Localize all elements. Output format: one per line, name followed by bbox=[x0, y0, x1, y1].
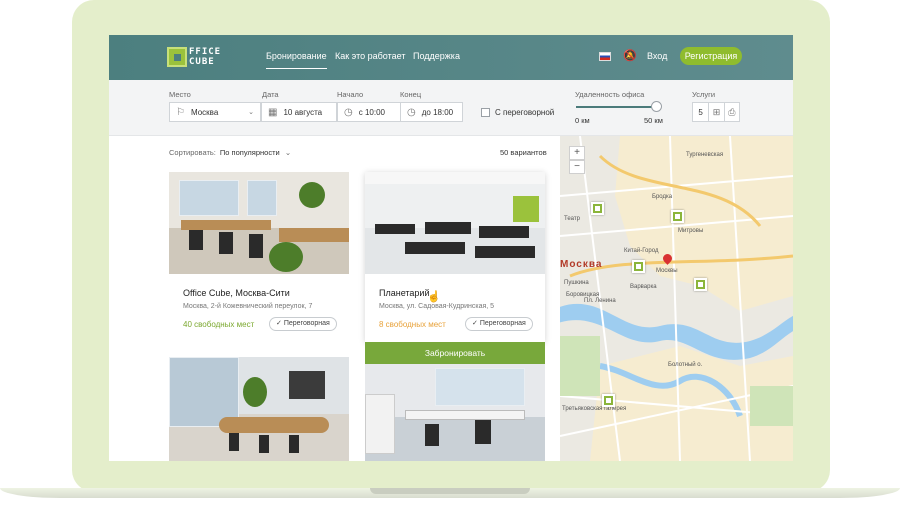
services-selector[interactable]: 5 ⊞ ⎙ bbox=[692, 102, 740, 122]
logo-line-1: FFICE bbox=[189, 47, 222, 57]
book-button[interactable]: Забронировать bbox=[365, 342, 545, 364]
filter-bar: Место ⚐ Москва ⌄ Дата ▦ 10 августа Начал… bbox=[109, 80, 793, 136]
check-icon: ✓ bbox=[276, 320, 282, 327]
map-label: Пушкина bbox=[564, 280, 589, 286]
start-value: с 10:00 bbox=[358, 107, 385, 117]
browser-screen: FFICE CUBE Бронирование Как это работает… bbox=[109, 35, 793, 461]
start-time-field[interactable]: ◷ с 10:00 bbox=[337, 102, 401, 122]
meeting-room-badge: ✓ Переговорная bbox=[269, 317, 337, 331]
office-card[interactable]: Планетарий Москва, ул. Садовая-Кудринска… bbox=[365, 172, 545, 364]
map-label: Бродка bbox=[652, 194, 673, 200]
office-photo bbox=[169, 357, 349, 461]
office-photo bbox=[365, 364, 545, 461]
date-label: Дата bbox=[262, 90, 279, 99]
free-seats: 40 свободных мест bbox=[183, 320, 255, 329]
map-label: Третьяковская галерея bbox=[562, 406, 627, 412]
office-map-marker[interactable] bbox=[591, 202, 604, 215]
distance-max: 50 км bbox=[644, 116, 663, 125]
cube-icon bbox=[167, 47, 187, 67]
results-count: 50 вариантов bbox=[500, 148, 547, 157]
office-map-marker[interactable] bbox=[694, 278, 707, 291]
place-value: Москва bbox=[190, 107, 219, 117]
office-card[interactable]: Office Cube, Москва-Сити Москва, 2-й Кож… bbox=[169, 172, 349, 342]
office-address: Москва, 2-й Кожевнический переулок, 7 bbox=[183, 303, 313, 310]
nav-booking[interactable]: Бронирование bbox=[266, 51, 327, 69]
chevron-down-icon: ⌄ bbox=[284, 148, 292, 157]
distance-min: 0 км bbox=[575, 116, 590, 125]
clock-icon: ◷ bbox=[407, 106, 416, 118]
flag-icon: ⚐ bbox=[176, 106, 185, 118]
check-icon: ✓ bbox=[472, 320, 478, 327]
zoom-in-button[interactable]: + bbox=[569, 146, 585, 160]
map-label: Тургеневская bbox=[686, 152, 724, 158]
meeting-room-badge: ✓ Переговорная bbox=[465, 317, 533, 331]
register-button[interactable]: Регистрация bbox=[680, 47, 742, 65]
calendar-icon: ▦ bbox=[268, 106, 278, 118]
office-title[interactable]: Office Cube, Москва-Сити bbox=[183, 288, 335, 298]
map-label: Варварка bbox=[630, 284, 657, 290]
map-label: Москвы bbox=[656, 268, 678, 274]
map-label: Митровы bbox=[678, 228, 704, 234]
end-value: до 18:00 bbox=[421, 107, 454, 117]
meeting-room-checkbox[interactable] bbox=[481, 108, 490, 117]
place-select[interactable]: ⚐ Москва ⌄ bbox=[169, 102, 261, 122]
map-label: Театр bbox=[564, 216, 580, 222]
notifications-off-icon[interactable]: 🔕 bbox=[623, 49, 637, 63]
language-flag-icon[interactable] bbox=[599, 52, 611, 61]
desk-icon[interactable]: ⊞ bbox=[708, 102, 723, 122]
badge-label: Переговорная bbox=[479, 320, 526, 327]
date-field[interactable]: ▦ 10 августа bbox=[261, 102, 337, 122]
end-label: Конец bbox=[400, 90, 422, 99]
meeting-room-label: С переговорной bbox=[495, 108, 555, 117]
office-card[interactable] bbox=[365, 364, 545, 461]
sort-control[interactable]: Сортировать: По популярности ⌄ bbox=[169, 148, 291, 157]
map-panel[interactable]: + − Москва Тургеневская Театр Митровы Бр… bbox=[560, 136, 793, 461]
distance-slider-track[interactable] bbox=[576, 106, 656, 108]
nav-support[interactable]: Поддержка bbox=[413, 51, 460, 61]
services-label: Услуги bbox=[692, 90, 716, 99]
login-link[interactable]: Вход bbox=[647, 51, 667, 61]
services-count: 5 bbox=[698, 107, 703, 117]
sort-value: По популярности bbox=[219, 148, 280, 157]
map-city-label: Москва bbox=[560, 259, 603, 270]
logo-line-2: CUBE bbox=[189, 57, 215, 67]
office-title[interactable]: Планетарий bbox=[379, 288, 531, 298]
end-time-field[interactable]: ◷ до 18:00 bbox=[400, 102, 463, 122]
start-label: Начало bbox=[337, 90, 364, 99]
place-label: Место bbox=[169, 90, 191, 99]
map-label: Пл. Ленина bbox=[584, 298, 616, 304]
map-label: Китай-Город bbox=[624, 248, 659, 254]
office-card[interactable] bbox=[169, 357, 349, 461]
laptop-base bbox=[0, 488, 900, 510]
distance-slider-handle[interactable] bbox=[651, 101, 662, 112]
cursor-pointer-icon: ☝ bbox=[427, 291, 441, 303]
office-map-marker[interactable] bbox=[632, 260, 645, 273]
office-address: Москва, ул. Садовая-Кудринская, 5 bbox=[379, 303, 495, 310]
office-map-marker[interactable] bbox=[602, 394, 615, 407]
zoom-out-button[interactable]: − bbox=[569, 160, 585, 174]
sort-label: Сортировать: bbox=[169, 148, 216, 157]
clock-icon: ◷ bbox=[344, 106, 353, 118]
nav-how-it-works[interactable]: Как это работает bbox=[335, 51, 405, 61]
free-seats: 8 свободных мест bbox=[379, 320, 446, 329]
office-photo bbox=[365, 172, 545, 274]
logo[interactable]: FFICE CUBE bbox=[167, 45, 235, 69]
distance-label: Удаленность офиса bbox=[575, 90, 645, 99]
badge-label: Переговорная bbox=[283, 320, 330, 327]
map-label: Болотный о. bbox=[668, 362, 703, 368]
chevron-down-icon: ⌄ bbox=[248, 109, 254, 116]
date-value: 10 августа bbox=[283, 107, 323, 117]
office-map-marker[interactable] bbox=[671, 210, 684, 223]
office-photo bbox=[169, 172, 349, 274]
printer-icon[interactable]: ⎙ bbox=[723, 102, 739, 122]
top-navigation: FFICE CUBE Бронирование Как это работает… bbox=[109, 35, 793, 80]
